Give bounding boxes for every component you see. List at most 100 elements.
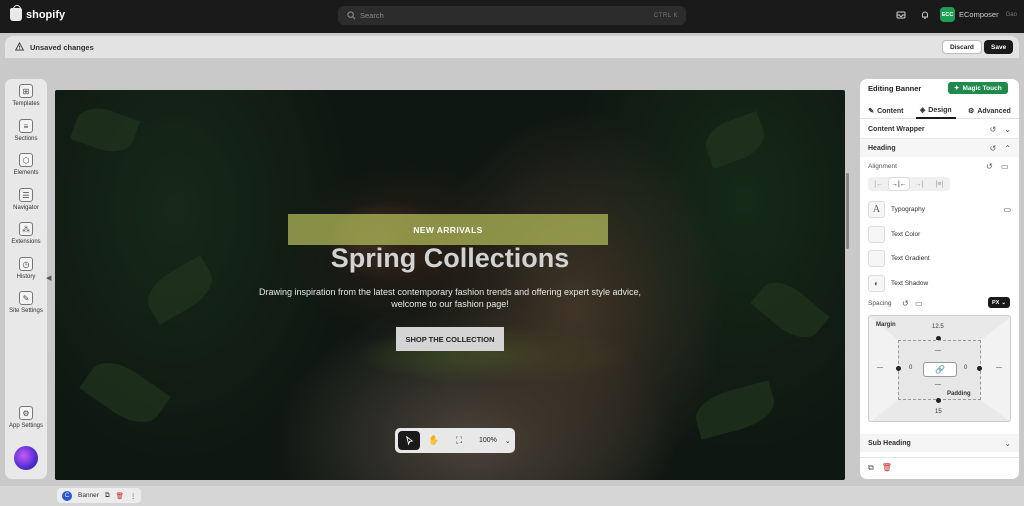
sidebar-item-label: Site Settings (9, 308, 43, 314)
device-icon[interactable]: ▭ (1001, 162, 1009, 171)
magic-touch-button[interactable]: ✦ Magic Touch (948, 82, 1008, 94)
tab-content[interactable]: ✎ Content (864, 103, 907, 119)
sidebar-item-app-settings[interactable]: ⚙ App Settings (5, 406, 47, 429)
margin-bottom-value[interactable]: 15 (935, 409, 942, 415)
bottom-bar (0, 486, 1024, 506)
trash-icon[interactable]: 🗑 (882, 463, 892, 473)
sub-heading-section[interactable]: Sub Heading ⌄ (860, 434, 1019, 452)
padding-bottom-dash: — (935, 382, 941, 388)
text-gradient-row[interactable]: Text Gradient (868, 249, 1011, 267)
sidebar-item-label: Extensions (11, 239, 41, 245)
chevron-down-icon[interactable]: ⌄ (1004, 125, 1011, 134)
text-color-label: Text Color (891, 230, 921, 238)
typography-row[interactable]: A Typography ▭ (868, 200, 1011, 218)
heading-section[interactable]: Heading ↺ ⌃ (860, 139, 1019, 157)
align-justify-icon[interactable]: |≡| (930, 178, 949, 190)
margin-left-handle[interactable] (896, 366, 901, 371)
sidebar-item-navigator[interactable]: ☰ Navigator (5, 188, 47, 211)
extensions-icon: ⁂ (19, 222, 33, 236)
left-sidebar: ⊞ Templates ≡ Sections ⬡ Elements ☰ Navi… (5, 79, 47, 479)
section-label: Heading (868, 144, 896, 152)
magic-touch-label: Magic Touch (962, 84, 1002, 92)
templates-icon: ⊞ (19, 84, 33, 98)
banner-canvas[interactable]: NEW ARRIVALS Spring Collections Drawing … (55, 90, 845, 480)
inbox-icon[interactable] (896, 10, 906, 20)
align-center-icon[interactable]: →|← (889, 178, 909, 190)
save-button[interactable]: Save (984, 40, 1014, 54)
hand-icon[interactable]: ✋ (423, 431, 445, 450)
unsaved-changes-bar: Unsaved changes (5, 36, 1019, 58)
align-left-icon[interactable]: |← (869, 178, 888, 190)
align-right-icon[interactable]: →| (910, 178, 929, 190)
chevron-down-icon: ⌄ (504, 437, 511, 445)
sidebar-item-site-settings[interactable]: ✎ Site Settings (5, 291, 47, 314)
fit-screen-icon[interactable]: ⛶ (448, 431, 470, 450)
section-badge-icon: C (62, 490, 72, 501)
canvas-toolbar: ✋ ⛶ 100% ⌄ (395, 428, 515, 453)
banner-description[interactable]: Drawing inspiration from the latest cont… (255, 286, 645, 310)
reset-icon[interactable]: ↺ (902, 299, 909, 308)
cursor-icon[interactable] (398, 431, 420, 450)
alignment-label: Alignment (868, 163, 897, 170)
trash-icon[interactable]: 🗑 (116, 492, 124, 500)
tab-design[interactable]: ◈ Design (915, 103, 956, 119)
discard-button[interactable]: Discard (942, 40, 982, 54)
device-icon[interactable]: ▭ (1003, 205, 1011, 214)
link-icon[interactable]: 🔗 (923, 362, 957, 377)
content-wrapper-section[interactable]: Content Wrapper ↺ ⌄ (860, 120, 1019, 138)
unit-select[interactable]: PX ⌄ (988, 297, 1010, 308)
chevron-down-icon[interactable]: ⌄ (1004, 439, 1011, 448)
breadcrumb-label: Banner (78, 492, 99, 499)
zoom-select[interactable]: 100% ⌄ (473, 437, 511, 445)
store-menu[interactable]: ECC EComposer Gao (940, 7, 1017, 22)
navigator-icon: ☰ (19, 188, 33, 202)
sidebar-item-extensions[interactable]: ⁂ Extensions (5, 222, 47, 245)
copy-icon[interactable]: ⧉ (868, 463, 874, 473)
margin-bottom-handle[interactable] (936, 398, 941, 403)
banner-heading[interactable]: Spring Collections (55, 243, 845, 274)
canvas-scrollbar[interactable] (846, 173, 849, 249)
tab-label: Design (928, 106, 952, 114)
device-icon[interactable]: ▭ (915, 299, 923, 308)
reset-icon[interactable]: ↺ (990, 144, 997, 153)
tab-label: Content (877, 107, 904, 115)
color-swatch[interactable] (868, 225, 885, 243)
duplicate-icon[interactable]: ⧉ (105, 492, 110, 500)
sidebar-item-templates[interactable]: ⊞ Templates (5, 84, 47, 107)
sidebar-item-elements[interactable]: ⬡ Elements (5, 153, 47, 176)
shopify-logo[interactable]: shopify (10, 5, 65, 21)
collapse-sidebar-icon[interactable]: ◀ (46, 274, 52, 284)
shop-collection-button[interactable]: SHOP THE COLLECTION (396, 327, 504, 351)
tab-advanced[interactable]: ⚙ Advanced (964, 103, 1015, 119)
margin-top-value[interactable]: 12.5 (932, 324, 944, 330)
margin-left-value[interactable]: 0 (909, 365, 912, 371)
reset-icon[interactable]: ↺ (986, 162, 993, 171)
spacing-control: Margin 12.5 — — Padding — 0 🔗 0 — 15 (868, 315, 1011, 422)
assistant-orb[interactable] (14, 446, 38, 470)
sidebar-item-sections[interactable]: ≡ Sections (5, 119, 47, 142)
chevron-up-icon[interactable]: ⌃ (1004, 144, 1011, 153)
sidebar-item-history[interactable]: ◷ History (5, 257, 47, 280)
panel-tabs: ✎ Content ◈ Design ⚙ Advanced (860, 103, 1019, 119)
margin-right-handle[interactable] (977, 366, 982, 371)
text-shadow-row[interactable]: ◐ Text Shadow (868, 274, 1011, 292)
breadcrumb[interactable]: C Banner ⧉ 🗑 ⋮ (57, 488, 142, 503)
banner-tag[interactable]: NEW ARRIVALS (288, 214, 608, 245)
more-icon[interactable]: ⋮ (130, 492, 137, 500)
shadow-icon[interactable]: ◐ (868, 274, 885, 292)
search-input[interactable]: Search CTRL K (338, 6, 686, 25)
unsaved-message: Unsaved changes (30, 42, 94, 52)
sidebar-item-label: History (16, 274, 36, 280)
history-icon: ◷ (19, 257, 33, 271)
store-sub: Gao (1005, 11, 1017, 18)
zoom-value: 100% (479, 437, 497, 444)
bell-icon[interactable] (920, 10, 930, 20)
gradient-swatch[interactable] (868, 249, 885, 267)
reset-icon[interactable]: ↺ (990, 125, 997, 134)
spacing-label: Spacing (868, 300, 892, 307)
paint-icon: ◈ (919, 107, 926, 114)
sidebar-item-label: Sections (14, 136, 38, 142)
unit-value: PX (992, 299, 1000, 306)
text-color-row[interactable]: Text Color (868, 225, 1011, 243)
margin-right-value[interactable]: 0 (964, 365, 967, 371)
